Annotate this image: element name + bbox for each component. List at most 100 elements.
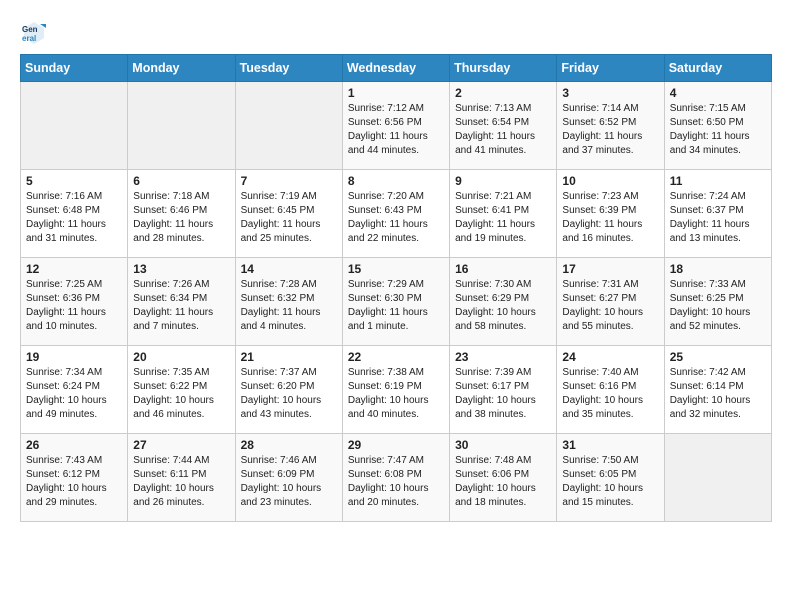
day-cell: 3 Sunrise: 7:14 AM Sunset: 6:52 PM Daylig… xyxy=(557,82,664,170)
day-info: Sunrise: 7:39 AM Sunset: 6:17 PM Dayligh… xyxy=(455,366,551,422)
day-info: Sunrise: 7:46 AM Sunset: 6:09 PM Dayligh… xyxy=(241,454,337,510)
week-row-3: 12Sunrise: 7:25 AM Sunset: 6:36 PM Dayli… xyxy=(21,258,772,346)
col-header-thursday: Thursday xyxy=(450,55,557,82)
day-info: Sunrise: 7:42 AM Sunset: 6:14 PM Dayligh… xyxy=(670,366,766,422)
day-info: Sunrise: 7:40 AM Sunset: 6:16 PM Dayligh… xyxy=(562,366,658,422)
day-info: Sunrise: 7:19 AM Sunset: 6:45 PM Dayligh… xyxy=(241,190,337,246)
day-cell: 13 Sunrise: 7:26 AM Sunset: 6:34 PM Dayli… xyxy=(128,258,235,346)
col-header-monday: Monday xyxy=(128,55,235,82)
day-cell xyxy=(235,82,342,170)
day-number: 13 xyxy=(133,262,229,276)
day-info: Sunrise: 7:12 AM Sunset: 6:56 PM Dayligh… xyxy=(348,102,444,158)
day-number: 23 xyxy=(455,350,551,364)
day-cell: 9Sunrise: 7:21 AM Sunset: 6:41 PM Daylig… xyxy=(450,170,557,258)
header: Gen eral xyxy=(20,18,772,46)
day-info: Sunrise: 7:26 AM Sunset: 6:34 PM Dayligh… xyxy=(133,278,229,334)
day-cell: 17 Sunrise: 7:31 AM Sunset: 6:27 PM Dayli… xyxy=(557,258,664,346)
day-cell: 7 Sunrise: 7:19 AM Sunset: 6:45 PM Daylig… xyxy=(235,170,342,258)
day-cell xyxy=(664,434,771,522)
day-info: Sunrise: 7:30 AM Sunset: 6:29 PM Dayligh… xyxy=(455,278,551,334)
day-number: 10 xyxy=(562,174,658,188)
day-cell: 10 Sunrise: 7:23 AM Sunset: 6:39 PM Dayli… xyxy=(557,170,664,258)
week-row-2: 5 Sunrise: 7:16 AM Sunset: 6:48 PM Daylig… xyxy=(21,170,772,258)
week-row-5: 26 Sunrise: 7:43 AM Sunset: 6:12 PM Dayli… xyxy=(21,434,772,522)
week-row-4: 19Sunrise: 7:34 AM Sunset: 6:24 PM Dayli… xyxy=(21,346,772,434)
day-number: 4 xyxy=(670,86,766,100)
day-info: Sunrise: 7:38 AM Sunset: 6:19 PM Dayligh… xyxy=(348,366,444,422)
day-number: 20 xyxy=(133,350,229,364)
day-cell: 12Sunrise: 7:25 AM Sunset: 6:36 PM Dayli… xyxy=(21,258,128,346)
day-cell: 11 Sunrise: 7:24 AM Sunset: 6:37 PM Dayli… xyxy=(664,170,771,258)
calendar-table: SundayMondayTuesdayWednesdayThursdayFrid… xyxy=(20,54,772,522)
day-number: 31 xyxy=(562,438,658,452)
day-info: Sunrise: 7:34 AM Sunset: 6:24 PM Dayligh… xyxy=(26,366,122,422)
day-number: 6 xyxy=(133,174,229,188)
day-number: 14 xyxy=(241,262,337,276)
day-number: 28 xyxy=(241,438,337,452)
week-row-1: 1 Sunrise: 7:12 AM Sunset: 6:56 PM Daylig… xyxy=(21,82,772,170)
day-info: Sunrise: 7:25 AM Sunset: 6:36 PM Dayligh… xyxy=(26,278,122,334)
day-cell: 30Sunrise: 7:48 AM Sunset: 6:06 PM Dayli… xyxy=(450,434,557,522)
day-info: Sunrise: 7:44 AM Sunset: 6:11 PM Dayligh… xyxy=(133,454,229,510)
day-number: 17 xyxy=(562,262,658,276)
col-header-friday: Friday xyxy=(557,55,664,82)
day-info: Sunrise: 7:16 AM Sunset: 6:48 PM Dayligh… xyxy=(26,190,122,246)
header-row: SundayMondayTuesdayWednesdayThursdayFrid… xyxy=(21,55,772,82)
day-info: Sunrise: 7:47 AM Sunset: 6:08 PM Dayligh… xyxy=(348,454,444,510)
day-number: 15 xyxy=(348,262,444,276)
day-info: Sunrise: 7:21 AM Sunset: 6:41 PM Dayligh… xyxy=(455,190,551,246)
day-cell: 22 Sunrise: 7:38 AM Sunset: 6:19 PM Dayli… xyxy=(342,346,449,434)
day-info: Sunrise: 7:28 AM Sunset: 6:32 PM Dayligh… xyxy=(241,278,337,334)
day-cell: 4 Sunrise: 7:15 AM Sunset: 6:50 PM Daylig… xyxy=(664,82,771,170)
day-info: Sunrise: 7:14 AM Sunset: 6:52 PM Dayligh… xyxy=(562,102,658,158)
day-cell: 29Sunrise: 7:47 AM Sunset: 6:08 PM Dayli… xyxy=(342,434,449,522)
day-number: 21 xyxy=(241,350,337,364)
day-info: Sunrise: 7:33 AM Sunset: 6:25 PM Dayligh… xyxy=(670,278,766,334)
day-number: 2 xyxy=(455,86,551,100)
day-info: Sunrise: 7:50 AM Sunset: 6:05 PM Dayligh… xyxy=(562,454,658,510)
day-cell: 24 Sunrise: 7:40 AM Sunset: 6:16 PM Dayli… xyxy=(557,346,664,434)
day-cell: 1 Sunrise: 7:12 AM Sunset: 6:56 PM Daylig… xyxy=(342,82,449,170)
calendar-page: Gen eral SundayMondayTuesdayWednesdayThu… xyxy=(0,0,792,612)
day-cell: 16Sunrise: 7:30 AM Sunset: 6:29 PM Dayli… xyxy=(450,258,557,346)
day-info: Sunrise: 7:31 AM Sunset: 6:27 PM Dayligh… xyxy=(562,278,658,334)
day-cell: 14 Sunrise: 7:28 AM Sunset: 6:32 PM Dayli… xyxy=(235,258,342,346)
day-number: 27 xyxy=(133,438,229,452)
day-cell: 15Sunrise: 7:29 AM Sunset: 6:30 PM Dayli… xyxy=(342,258,449,346)
day-number: 8 xyxy=(348,174,444,188)
day-info: Sunrise: 7:18 AM Sunset: 6:46 PM Dayligh… xyxy=(133,190,229,246)
day-info: Sunrise: 7:15 AM Sunset: 6:50 PM Dayligh… xyxy=(670,102,766,158)
day-number: 7 xyxy=(241,174,337,188)
day-cell: 19Sunrise: 7:34 AM Sunset: 6:24 PM Dayli… xyxy=(21,346,128,434)
day-cell: 23 Sunrise: 7:39 AM Sunset: 6:17 PM Dayli… xyxy=(450,346,557,434)
day-number: 3 xyxy=(562,86,658,100)
day-number: 25 xyxy=(670,350,766,364)
day-cell: 2 Sunrise: 7:13 AM Sunset: 6:54 PM Daylig… xyxy=(450,82,557,170)
svg-text:eral: eral xyxy=(22,34,36,43)
logo: Gen eral xyxy=(20,18,51,46)
day-cell: 27 Sunrise: 7:44 AM Sunset: 6:11 PM Dayli… xyxy=(128,434,235,522)
logo-icon: Gen eral xyxy=(20,18,48,46)
day-info: Sunrise: 7:43 AM Sunset: 6:12 PM Dayligh… xyxy=(26,454,122,510)
day-cell: 26 Sunrise: 7:43 AM Sunset: 6:12 PM Dayli… xyxy=(21,434,128,522)
day-number: 30 xyxy=(455,438,551,452)
day-number: 5 xyxy=(26,174,122,188)
day-number: 26 xyxy=(26,438,122,452)
day-cell: 6 Sunrise: 7:18 AM Sunset: 6:46 PM Daylig… xyxy=(128,170,235,258)
day-cell xyxy=(128,82,235,170)
day-number: 22 xyxy=(348,350,444,364)
day-info: Sunrise: 7:13 AM Sunset: 6:54 PM Dayligh… xyxy=(455,102,551,158)
day-cell: 20Sunrise: 7:35 AM Sunset: 6:22 PM Dayli… xyxy=(128,346,235,434)
svg-text:Gen: Gen xyxy=(22,25,38,34)
day-number: 1 xyxy=(348,86,444,100)
day-number: 18 xyxy=(670,262,766,276)
day-info: Sunrise: 7:24 AM Sunset: 6:37 PM Dayligh… xyxy=(670,190,766,246)
day-info: Sunrise: 7:23 AM Sunset: 6:39 PM Dayligh… xyxy=(562,190,658,246)
day-cell: 18 Sunrise: 7:33 AM Sunset: 6:25 PM Dayli… xyxy=(664,258,771,346)
col-header-tuesday: Tuesday xyxy=(235,55,342,82)
day-number: 11 xyxy=(670,174,766,188)
day-cell: 31 Sunrise: 7:50 AM Sunset: 6:05 PM Dayli… xyxy=(557,434,664,522)
day-cell: 28 Sunrise: 7:46 AM Sunset: 6:09 PM Dayli… xyxy=(235,434,342,522)
day-cell: 25 Sunrise: 7:42 AM Sunset: 6:14 PM Dayli… xyxy=(664,346,771,434)
day-number: 24 xyxy=(562,350,658,364)
